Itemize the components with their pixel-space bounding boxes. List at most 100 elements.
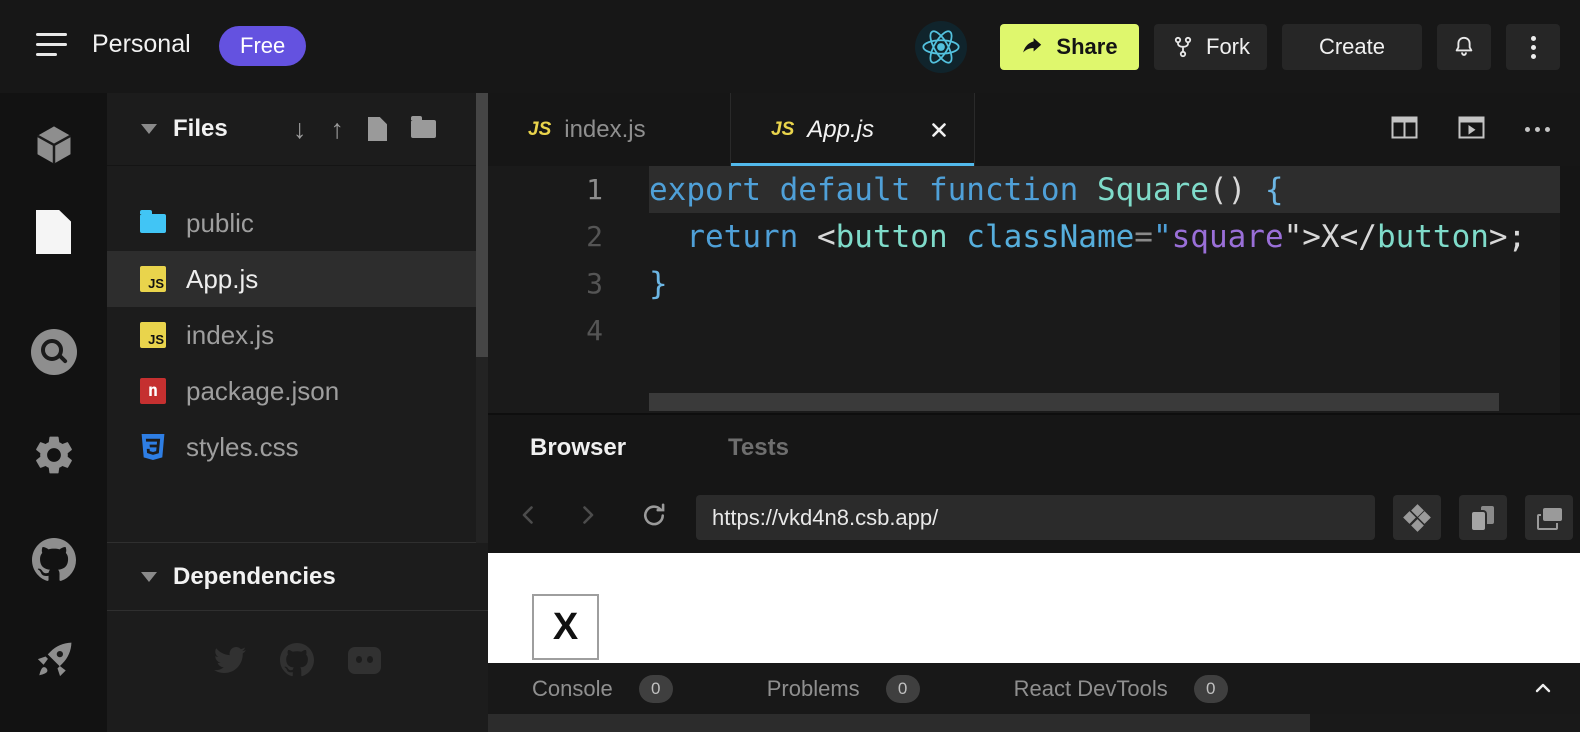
js-file-icon: JS (528, 119, 551, 141)
tab-tests[interactable]: Tests (728, 434, 789, 462)
create-button[interactable]: Create (1282, 24, 1422, 70)
forward-icon[interactable] (568, 493, 608, 537)
download-icon[interactable]: ↓ (293, 116, 307, 143)
refresh-icon[interactable] (634, 493, 674, 537)
horizontal-scrollbar[interactable] (649, 393, 1499, 411)
file-label: package.json (186, 376, 339, 407)
files-title: Files (173, 115, 228, 143)
file-label: styles.css (186, 432, 299, 463)
count-badge: 0 (1194, 675, 1228, 703)
split-view-icon[interactable] (1391, 116, 1418, 144)
preview-pane-icon[interactable] (1458, 116, 1485, 144)
file-label: App.js (186, 264, 258, 295)
code-text: } (649, 260, 1560, 307)
file-list: public JS App.js JSindex.js n package.json sty… (107, 195, 488, 475)
dependencies-title: Dependencies (173, 563, 336, 591)
file-row-styles-css[interactable]: styles.css (107, 419, 488, 475)
chevron-up-icon[interactable] (1532, 677, 1554, 699)
line-number: 3 (488, 267, 649, 300)
browser-navigation (488, 481, 1580, 551)
preview-actions-icon[interactable] (1393, 495, 1441, 540)
social-links (107, 643, 488, 677)
notifications-button[interactable] (1437, 24, 1491, 70)
line-number: 4 (488, 314, 649, 347)
browser-panel: Browser Tests (488, 413, 1580, 732)
fork-icon (1171, 35, 1195, 59)
js-file-icon: JS (140, 266, 166, 292)
line-number: 1 (488, 173, 649, 206)
open-new-window-icon[interactable] (1525, 495, 1573, 540)
files-scrollbar (476, 93, 488, 543)
code-editor[interactable]: 1export default function Square() {2 ret… (488, 166, 1580, 413)
menu-icon[interactable] (36, 33, 70, 59)
url-input[interactable] (696, 495, 1375, 540)
file-row-index-js[interactable]: JSindex.js (107, 307, 488, 363)
new-folder-icon[interactable] (411, 120, 436, 138)
sandbox-cube-icon[interactable] (0, 120, 107, 170)
devtools-tab-console[interactable]: Console (532, 676, 613, 702)
discord-icon[interactable] (348, 647, 381, 674)
tab-app-js[interactable]: JS App.js (731, 93, 975, 166)
scrollbar-thumb[interactable] (488, 714, 1310, 732)
settings-gear-icon[interactable] (0, 430, 107, 480)
kebab-menu-icon (1531, 36, 1536, 59)
code-line-3[interactable]: 3} (488, 260, 1580, 307)
divider (107, 610, 488, 611)
main-area: JS index.js JS App.js (488, 93, 1580, 732)
fork-button[interactable]: Fork (1154, 24, 1267, 70)
editor-more-icon[interactable] (1525, 127, 1550, 132)
code-text (649, 307, 1560, 354)
plan-badge: Free (219, 26, 306, 66)
dependencies-section-header[interactable]: Dependencies (107, 543, 488, 610)
copy-icon (1470, 505, 1496, 531)
bottom-scrollbar (488, 714, 1580, 732)
back-icon[interactable] (508, 493, 548, 537)
overflow-menu-button[interactable] (1506, 24, 1560, 70)
editor-tab-bar: JS index.js JS App.js (488, 93, 1580, 166)
new-file-icon[interactable] (368, 117, 387, 141)
devtools-tab-problems[interactable]: Problems (767, 676, 860, 702)
chevron-down-icon (141, 572, 157, 582)
codesandbox-app: Personal Free Share (0, 0, 1580, 732)
files-panel: Files ↓ ↑ public JS App.js JSindex.js npacka… (107, 93, 488, 732)
square-x-button[interactable]: X (532, 594, 599, 660)
file-row-public[interactable]: public (107, 195, 488, 251)
scrollbar-thumb[interactable] (476, 93, 488, 357)
share-button[interactable]: Share (1000, 24, 1139, 70)
file-row-package-json[interactable]: n package.json (107, 363, 488, 419)
count-badge: 0 (886, 675, 920, 703)
upload-icon[interactable]: ↑ (331, 116, 345, 143)
vertical-scrollbar[interactable] (1560, 166, 1580, 413)
tab-browser[interactable]: Browser (530, 434, 626, 462)
twitter-icon[interactable] (214, 644, 246, 676)
activity-rail (0, 93, 107, 732)
devtools-bar: Console0Problems0React DevTools0 (488, 663, 1580, 714)
code-line-2[interactable]: 2 return <button className="square">X</b… (488, 213, 1580, 260)
file-row-App-js[interactable]: JS App.js (107, 251, 488, 307)
files-section-header[interactable]: Files ↓ ↑ (107, 93, 488, 165)
bell-icon (1451, 34, 1477, 60)
code-line-1[interactable]: 1export default function Square() { (488, 166, 1580, 213)
github-icon[interactable] (0, 535, 107, 585)
chevron-down-icon (141, 124, 157, 134)
react-logo-icon (915, 21, 967, 73)
devtools-tab-react-devtools[interactable]: React DevTools (1014, 676, 1168, 702)
code-lines: 1export default function Square() {2 ret… (488, 166, 1580, 354)
layers-icon (1535, 505, 1563, 531)
code-line-4[interactable]: 4 (488, 307, 1580, 354)
search-icon[interactable] (0, 327, 107, 377)
preview-tabs: Browser Tests (488, 415, 1580, 481)
npm-file-icon: n (140, 378, 166, 404)
close-tab-icon[interactable] (930, 121, 948, 139)
workspace-name[interactable]: Personal (92, 30, 191, 59)
deploy-rocket-icon[interactable] (0, 635, 107, 685)
github-link-icon[interactable] (280, 643, 314, 677)
files-panel-icon[interactable] (0, 207, 107, 257)
duplicate-preview-icon[interactable] (1459, 495, 1507, 540)
code-text: return <button className="square">X</but… (649, 213, 1560, 260)
tab-index-js[interactable]: JS index.js (488, 93, 731, 166)
top-header: Personal Free Share (0, 0, 1580, 94)
file-label: index.js (186, 320, 274, 351)
css-file-icon (140, 434, 166, 460)
line-number: 2 (488, 220, 649, 253)
